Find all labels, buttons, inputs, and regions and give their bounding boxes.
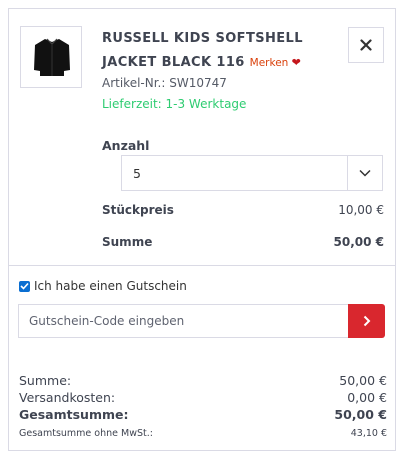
- quantity-label: Anzahl: [102, 138, 150, 153]
- voucher-checkbox-label: Ich habe einen Gutschein: [34, 279, 187, 293]
- summary-total-value: 50,00 €: [334, 407, 387, 422]
- line-sum-value: 50,00 €: [333, 235, 384, 249]
- close-icon: [360, 39, 372, 51]
- merken-link[interactable]: Merken ❤: [249, 56, 301, 69]
- chevron-down-icon[interactable]: [347, 156, 382, 190]
- unit-price-label: Stückpreis: [102, 203, 174, 217]
- chevron-right-icon: [363, 315, 370, 327]
- merken-label: Merken: [249, 57, 289, 69]
- voucher-submit-button[interactable]: [348, 304, 385, 338]
- line-sum-label: Summe: [102, 235, 153, 249]
- product-thumbnail[interactable]: [20, 26, 82, 88]
- cart-line-item: RUSSELL KIDS SOFTSHELL JACKET BLACK 116 …: [9, 9, 395, 265]
- summary-net-label: Gesamtsumme ohne MwSt.:: [19, 428, 153, 439]
- jacket-icon: [34, 38, 70, 76]
- cart-item-card: RUSSELL KIDS SOFTSHELL JACKET BLACK 116 …: [8, 8, 396, 451]
- article-number: Artikel-Nr.: SW10747: [102, 76, 227, 90]
- section-divider: [9, 265, 395, 266]
- voucher-checkbox-row[interactable]: Ich habe einen Gutschein: [19, 279, 187, 293]
- quantity-select[interactable]: 5: [121, 155, 383, 191]
- heart-icon: ❤: [291, 56, 301, 69]
- summary-subtotal-label: Summe:: [19, 373, 72, 388]
- delivery-time: Lieferzeit: 1-3 Werktage: [102, 97, 247, 111]
- checkmark-icon: [20, 282, 29, 290]
- summary-total-label: Gesamtsumme:: [19, 407, 129, 422]
- summary-net-value: 43,10 €: [350, 428, 387, 439]
- summary-shipping-value: 0,00 €: [347, 390, 387, 405]
- summary-shipping-label: Versandkosten:: [19, 390, 116, 405]
- summary-subtotal-value: 50,00 €: [339, 373, 387, 388]
- product-title[interactable]: RUSSELL KIDS SOFTSHELL JACKET BLACK 116 …: [102, 27, 332, 75]
- voucher-checkbox[interactable]: [19, 280, 30, 292]
- quantity-selected-value: 5: [133, 166, 141, 181]
- voucher-code-input[interactable]: Gutschein-Code eingeben: [18, 304, 348, 338]
- remove-item-button[interactable]: [348, 27, 384, 63]
- unit-price-value: 10,00 €: [338, 203, 384, 217]
